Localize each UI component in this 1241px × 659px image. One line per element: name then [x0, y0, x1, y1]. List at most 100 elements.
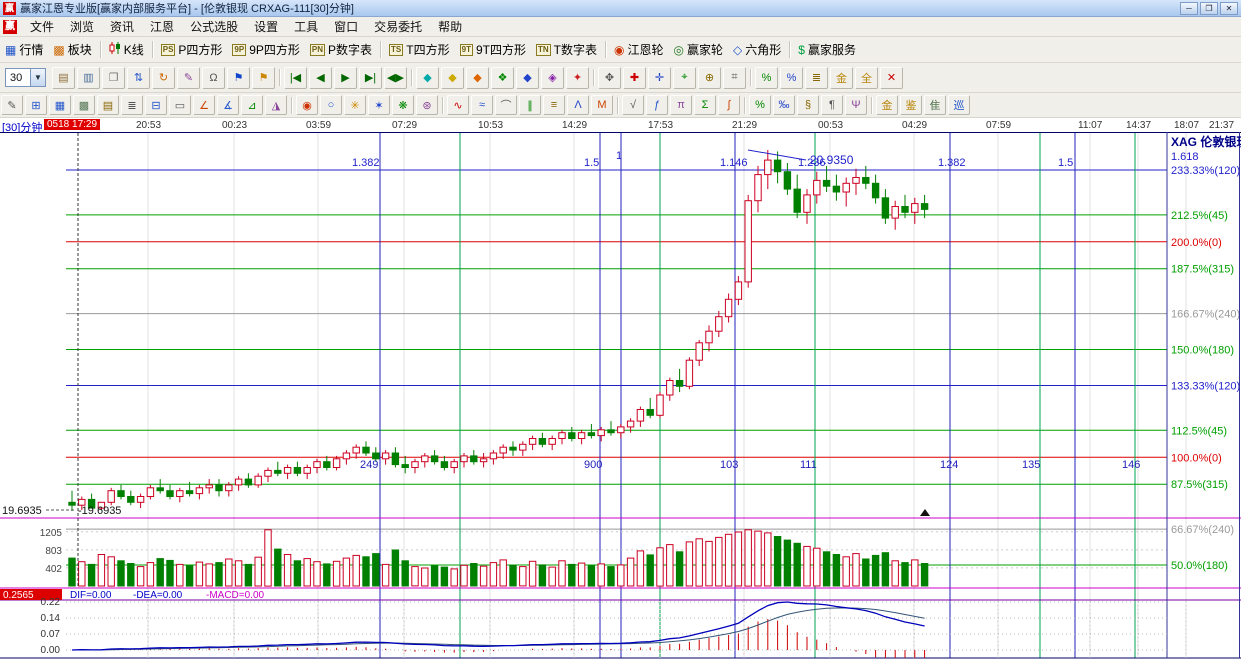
tool-refresh-button[interactable]: ↻	[152, 67, 175, 89]
tool-star6-button[interactable]: ✶	[368, 95, 390, 115]
tool-integral-button[interactable]: ∫	[718, 95, 740, 115]
tool-fan-button[interactable]: ◮	[265, 95, 287, 115]
menu-file[interactable]: 文件	[22, 16, 62, 37]
tool-pen-button[interactable]: ✎	[1, 95, 23, 115]
tool-nav-last-button[interactable]: ▶|	[359, 67, 382, 89]
tool-hlines-button[interactable]: ≡	[543, 95, 565, 115]
tool-spiral-button[interactable]: ⊛	[416, 95, 438, 115]
tool-pi-button[interactable]: π	[670, 95, 692, 115]
toolbar-sectors-button[interactable]: ▩板块	[48, 39, 96, 60]
tool-layout-button[interactable]: ▥	[77, 67, 100, 89]
tool-percent-blue-button[interactable]: %	[780, 67, 803, 89]
tool-anchor-button[interactable]: ⊕	[698, 67, 721, 89]
maximize-button[interactable]: ❐	[1200, 2, 1218, 15]
tool-sigma-button[interactable]: Σ	[694, 95, 716, 115]
tool-section-button[interactable]: §	[797, 95, 819, 115]
toolbar-p-square-button[interactable]: PSP四方形	[156, 39, 228, 60]
tool-gold-rule-button[interactable]: 金	[876, 95, 898, 115]
tool-diamond-green-button[interactable]: ❖	[491, 67, 514, 89]
tool-levels-button[interactable]: ≣	[805, 67, 828, 89]
toolbar-kline-button[interactable]: K线	[104, 39, 149, 60]
menu-news[interactable]: 资讯	[102, 16, 142, 37]
tool-diamond-yellow-button[interactable]: ◆	[441, 67, 464, 89]
tool-grid-fill-button[interactable]: ▩	[73, 95, 95, 115]
tool-star-red-button[interactable]: ✦	[566, 67, 589, 89]
tool-arc-button[interactable]: ⌒	[495, 95, 517, 115]
tool-omega-button[interactable]: Ω	[202, 67, 225, 89]
tool-patrol-button[interactable]: 巡	[948, 95, 970, 115]
tool-diamond-purple-button[interactable]: ◈	[541, 67, 564, 89]
tool-nav-fit-button[interactable]: ◀▶	[384, 67, 407, 89]
tool-bird-button[interactable]: 隹	[924, 95, 946, 115]
menu-trade[interactable]: 交易委托	[366, 16, 430, 37]
toolbar-t-square-button[interactable]: TST四方形	[384, 39, 455, 60]
tool-wave2-button[interactable]: ≈	[471, 95, 493, 115]
menu-gann[interactable]: 江恩	[142, 16, 182, 37]
tool-board-button[interactable]: ▤	[52, 67, 75, 89]
tool-hand-button[interactable]: ✥	[598, 67, 621, 89]
menu-settings[interactable]: 设置	[246, 16, 286, 37]
tool-sun-button[interactable]: ✳	[344, 95, 366, 115]
tool-close-panel-button[interactable]: ✕	[880, 67, 903, 89]
tool-diamond-orange-button[interactable]: ◆	[466, 67, 489, 89]
chevron-down-icon[interactable]: ▼	[30, 69, 45, 86]
toolbar-hexagon-button[interactable]: ◇六角形	[728, 39, 786, 60]
tool-diamond-cyan-button[interactable]: ◆	[416, 67, 439, 89]
tool-flower-button[interactable]: ❋	[392, 95, 414, 115]
tool-diamond-blue-button[interactable]: ◆	[516, 67, 539, 89]
tool-nav-first-button[interactable]: |◀	[284, 67, 307, 89]
tool-box-button[interactable]: ▭	[169, 95, 191, 115]
tool-sort-updown-button[interactable]: ⇅	[127, 67, 150, 89]
tool-flag-blue-button[interactable]: ⚑	[227, 67, 250, 89]
menu-tools[interactable]: 工具	[286, 16, 326, 37]
tool-nav-prev-button[interactable]: ◀	[309, 67, 332, 89]
tool-channel-button[interactable]: ∥	[519, 95, 541, 115]
toolbar-9p-square-button[interactable]: 9P9P四方形	[227, 39, 304, 60]
toolbar-t-number-table-button[interactable]: TNT数字表	[531, 39, 602, 60]
tool-lambda-button[interactable]: Λ	[567, 95, 589, 115]
toolbar-winner-wheel-button[interactable]: ◎赢家轮	[669, 39, 729, 60]
tool-grid-9-button[interactable]: ▦	[49, 95, 71, 115]
tool-wheel-button[interactable]: ◉	[296, 95, 318, 115]
tool-triangle-button[interactable]: ⊿	[241, 95, 263, 115]
tool-wave-button[interactable]: ∿	[447, 95, 469, 115]
tool-grid-2-button[interactable]: ⊞	[25, 95, 47, 115]
tool-target-button[interactable]: ⌖	[673, 67, 696, 89]
tool-cross-red-button[interactable]: ✚	[623, 67, 646, 89]
close-button[interactable]: ✕	[1220, 2, 1238, 15]
tool-copy-button[interactable]: ❐	[102, 67, 125, 89]
toolbar-quote-button[interactable]: ▦行情	[0, 39, 48, 60]
tool-mirror-button[interactable]: 鉴	[900, 95, 922, 115]
tool-ruler-button[interactable]: ⌗	[723, 67, 746, 89]
tool-circle-button[interactable]: ○	[320, 95, 342, 115]
tool-fx-button[interactable]: ƒ	[646, 95, 668, 115]
menu-browse[interactable]: 浏览	[62, 16, 102, 37]
chart-area[interactable]: 233.33%(120)212.5%(45)200.0%(0)187.5%(31…	[0, 132, 1241, 659]
tool-percent-green-button[interactable]: %	[755, 67, 778, 89]
menu-help[interactable]: 帮助	[430, 16, 470, 37]
tool-permille-button[interactable]: ‰	[773, 95, 795, 115]
tool-percent-button[interactable]: %	[749, 95, 771, 115]
tool-angle-1-button[interactable]: ∠	[193, 95, 215, 115]
tool-angle-2-button[interactable]: ∡	[217, 95, 239, 115]
tool-para-button[interactable]: ¶	[821, 95, 843, 115]
toolbar-9t-square-button[interactable]: 9T9T四方形	[455, 39, 531, 60]
tool-cross-blue-button[interactable]: ✛	[648, 67, 671, 89]
tool-pencil-button[interactable]: ✎	[177, 67, 200, 89]
tool-em-wave-button[interactable]: M	[591, 95, 613, 115]
tool-root-button[interactable]: √	[622, 95, 644, 115]
tool-gold-all-button[interactable]: 全	[855, 67, 878, 89]
menu-window[interactable]: 窗口	[326, 16, 366, 37]
minimize-button[interactable]: ─	[1180, 2, 1198, 15]
tool-gold-button[interactable]: 金	[830, 67, 853, 89]
chart-canvas[interactable]: 233.33%(120)212.5%(45)200.0%(0)187.5%(31…	[0, 132, 1241, 659]
tool-steps-button[interactable]: ⊟	[145, 95, 167, 115]
tool-table-button[interactable]: ▤	[97, 95, 119, 115]
tool-psi-button[interactable]: Ψ	[845, 95, 867, 115]
menu-formula-pick[interactable]: 公式选股	[182, 16, 246, 37]
toolbar-winner-service-button[interactable]: $赢家服务	[793, 39, 861, 60]
tool-nav-next-button[interactable]: ▶	[334, 67, 357, 89]
toolbar-p-number-table-button[interactable]: PNP数字表	[305, 39, 377, 60]
period-select[interactable]: 30 ▼	[5, 68, 46, 87]
toolbar-gann-wheel-button[interactable]: ◉江恩轮	[609, 39, 669, 60]
